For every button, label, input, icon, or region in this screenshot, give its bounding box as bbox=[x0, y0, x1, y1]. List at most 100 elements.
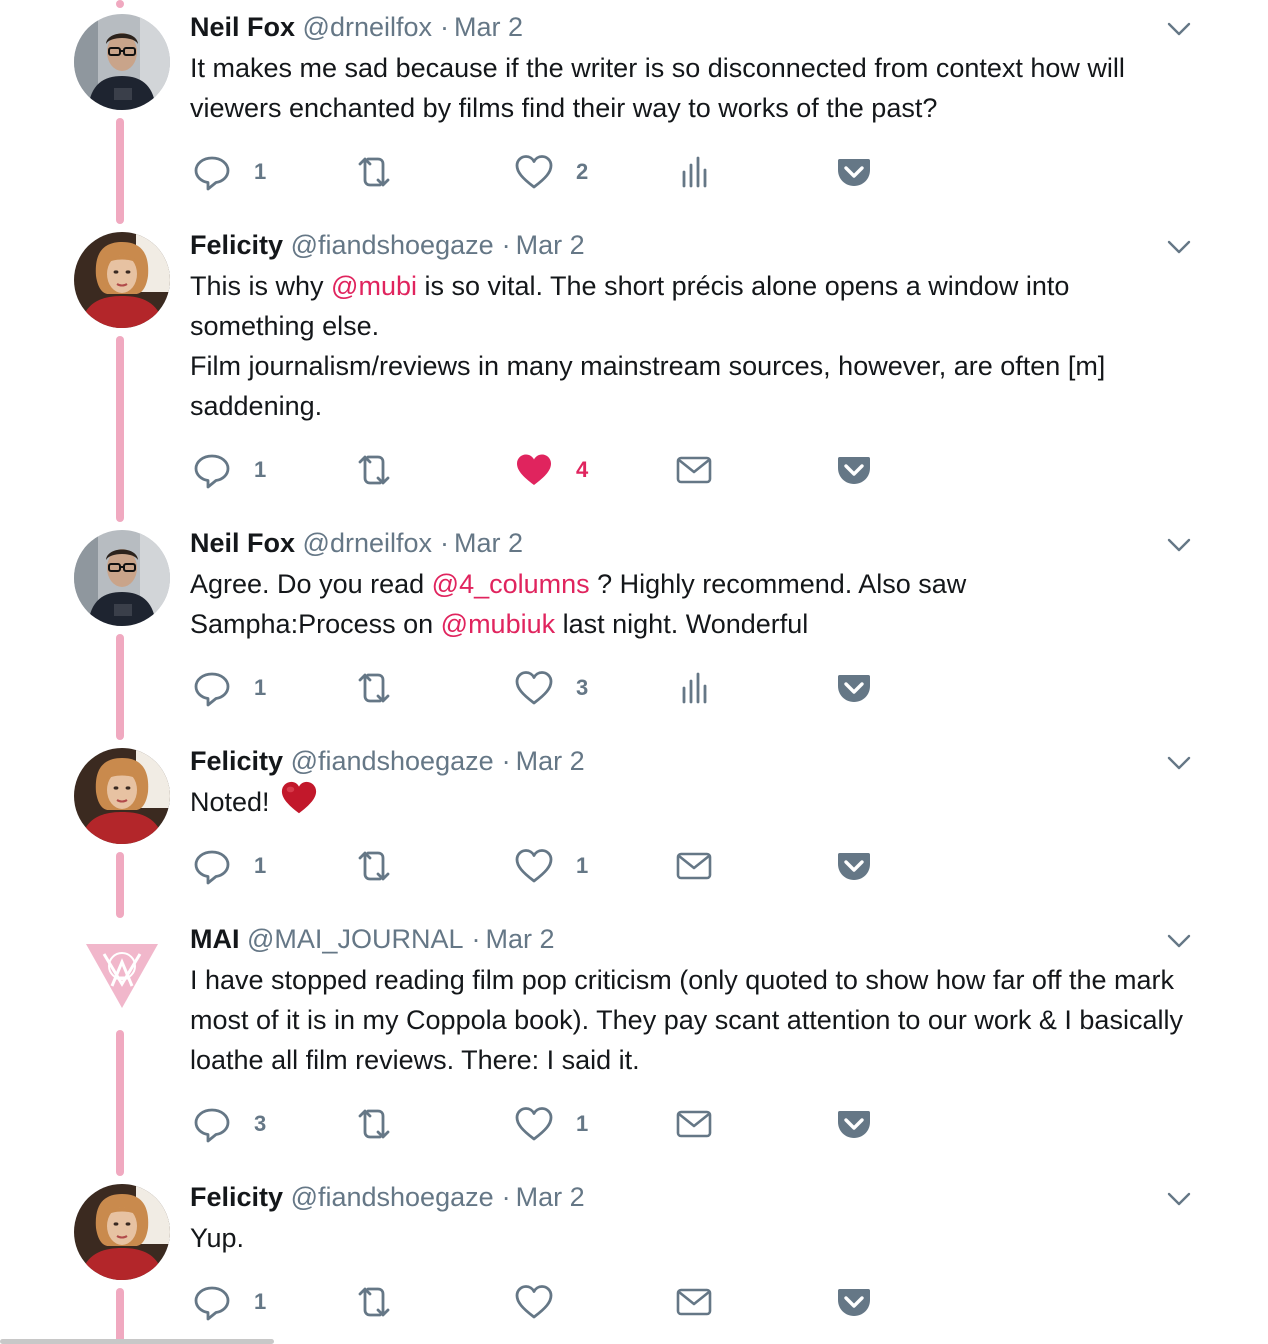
chevron-down-icon[interactable] bbox=[1164, 926, 1194, 956]
pocket-button[interactable] bbox=[834, 450, 874, 490]
pocket-button[interactable] bbox=[834, 846, 874, 886]
mention-link[interactable]: @4_columns bbox=[432, 569, 590, 599]
avatar[interactable] bbox=[74, 748, 170, 844]
analytics-button[interactable] bbox=[674, 152, 714, 192]
author-handle[interactable]: @fiandshoegaze bbox=[291, 230, 494, 260]
retweet-icon bbox=[354, 1104, 394, 1144]
envelope-icon bbox=[674, 1282, 714, 1322]
tweet-text: Agree. Do you read @4_columns ? Highly r… bbox=[190, 564, 1010, 644]
tweet-actions: 1 bbox=[190, 1282, 890, 1322]
reply-button[interactable]: 1 bbox=[192, 450, 266, 490]
chevron-down-icon[interactable] bbox=[1164, 1184, 1194, 1214]
avatar[interactable] bbox=[74, 1184, 170, 1280]
envelope-icon bbox=[674, 450, 714, 490]
reply-button[interactable]: 1 bbox=[192, 1282, 266, 1322]
separator: · bbox=[440, 12, 450, 42]
reply-button[interactable]: 1 bbox=[192, 152, 266, 192]
pocket-button[interactable] bbox=[834, 152, 874, 192]
reply-button[interactable]: 3 bbox=[192, 1104, 266, 1144]
chevron-down-icon[interactable] bbox=[1164, 748, 1194, 778]
tweet-date[interactable]: Mar 2 bbox=[516, 230, 585, 260]
author-handle[interactable]: @drneilfox bbox=[303, 528, 432, 558]
like-button[interactable]: 3 bbox=[514, 668, 588, 708]
thread-line bbox=[116, 336, 124, 522]
author-name[interactable]: Neil Fox bbox=[190, 528, 295, 558]
pocket-button[interactable] bbox=[834, 668, 874, 708]
author-name[interactable]: Neil Fox bbox=[190, 12, 295, 42]
like-button[interactable] bbox=[514, 1282, 554, 1322]
author-handle[interactable]: @drneilfox bbox=[303, 12, 432, 42]
direct-message-button[interactable] bbox=[674, 846, 714, 886]
tweet-header: Felicity @fiandshoegaze · Mar 2 bbox=[190, 230, 585, 260]
tweet-paragraph: This is why @mubi is so vital. The short… bbox=[190, 266, 1200, 346]
retweet-button[interactable] bbox=[354, 1104, 394, 1144]
retweet-button[interactable] bbox=[354, 846, 394, 886]
tweet-text: Yup. bbox=[190, 1218, 1200, 1258]
like-count: 3 bbox=[576, 675, 589, 700]
author-name[interactable]: Felicity bbox=[190, 1182, 283, 1212]
analytics-icon bbox=[674, 152, 714, 192]
pocket-icon bbox=[834, 1104, 874, 1144]
tweet-date[interactable]: Mar 2 bbox=[485, 924, 554, 954]
chevron-down-icon[interactable] bbox=[1164, 14, 1194, 44]
tweet-actions: 1 2 bbox=[190, 152, 890, 192]
chevron-down-icon[interactable] bbox=[1164, 530, 1194, 560]
retweet-button[interactable] bbox=[354, 668, 394, 708]
tweet-paragraph: It makes me sad because if the writer is… bbox=[190, 53, 1125, 123]
avatar[interactable] bbox=[74, 926, 170, 1022]
like-count: 2 bbox=[576, 159, 589, 184]
retweet-icon bbox=[354, 152, 394, 192]
tweet-header: MAI @MAI_JOURNAL · Mar 2 bbox=[190, 924, 555, 954]
reply-button[interactable]: 1 bbox=[192, 668, 266, 708]
tweet-text: It makes me sad because if the writer is… bbox=[190, 48, 1200, 128]
pocket-button[interactable] bbox=[834, 1282, 874, 1322]
heart-icon bbox=[514, 846, 554, 886]
retweet-button[interactable] bbox=[354, 450, 394, 490]
horizontal-scrollbar[interactable] bbox=[0, 1339, 274, 1344]
direct-message-button[interactable] bbox=[674, 1282, 714, 1322]
direct-message-button[interactable] bbox=[674, 1104, 714, 1144]
avatar[interactable] bbox=[74, 14, 170, 110]
tweet-header: Neil Fox @drneilfox · Mar 2 bbox=[190, 528, 523, 558]
reply-count: 1 bbox=[254, 159, 267, 184]
author-name[interactable]: Felicity bbox=[190, 230, 283, 260]
like-button[interactable]: 2 bbox=[514, 152, 588, 192]
author-name[interactable]: Felicity bbox=[190, 746, 283, 776]
pocket-icon bbox=[834, 1282, 874, 1322]
retweet-icon bbox=[354, 1282, 394, 1322]
heart-icon bbox=[514, 1104, 554, 1144]
like-button[interactable]: 1 bbox=[514, 846, 588, 886]
reply-button[interactable]: 1 bbox=[192, 846, 266, 886]
tweet-date[interactable]: Mar 2 bbox=[454, 12, 523, 42]
tweet-header: Neil Fox @drneilfox · Mar 2 bbox=[190, 12, 523, 42]
tweet-text: I have stopped reading film pop criticis… bbox=[190, 960, 1200, 1080]
mention-link[interactable]: @mubi bbox=[331, 271, 417, 301]
like-button[interactable]: 1 bbox=[514, 1104, 588, 1144]
tweet-paragraph: Noted! bbox=[190, 782, 1200, 822]
tweet-date[interactable]: Mar 2 bbox=[516, 1182, 585, 1212]
avatar-photo-icon bbox=[74, 530, 170, 626]
analytics-button[interactable] bbox=[674, 668, 714, 708]
author-handle[interactable]: @fiandshoegaze bbox=[291, 1182, 494, 1212]
separator: · bbox=[501, 230, 511, 260]
direct-message-button[interactable] bbox=[674, 450, 714, 490]
reply-icon bbox=[192, 846, 232, 886]
author-name[interactable]: MAI bbox=[190, 924, 240, 954]
avatar[interactable] bbox=[74, 232, 170, 328]
tweet-date[interactable]: Mar 2 bbox=[454, 528, 523, 558]
author-handle[interactable]: @fiandshoegaze bbox=[291, 746, 494, 776]
like-button[interactable]: 4 bbox=[514, 450, 588, 490]
retweet-button[interactable] bbox=[354, 1282, 394, 1322]
avatar[interactable] bbox=[74, 530, 170, 626]
thread-line bbox=[116, 1288, 124, 1344]
pocket-icon bbox=[834, 450, 874, 490]
author-handle[interactable]: @MAI_JOURNAL bbox=[247, 924, 463, 954]
reply-count: 1 bbox=[254, 457, 267, 482]
chevron-down-icon[interactable] bbox=[1164, 232, 1194, 262]
tweet-date[interactable]: Mar 2 bbox=[516, 746, 585, 776]
thread-line bbox=[116, 118, 124, 224]
text-segment: Noted! bbox=[190, 787, 270, 817]
mention-link[interactable]: @mubiuk bbox=[441, 609, 555, 639]
pocket-button[interactable] bbox=[834, 1104, 874, 1144]
retweet-button[interactable] bbox=[354, 152, 394, 192]
